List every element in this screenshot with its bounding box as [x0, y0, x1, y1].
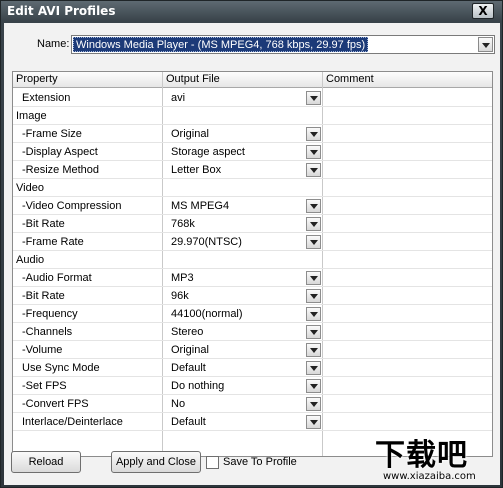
- close-button[interactable]: X: [472, 3, 494, 19]
- table-row[interactable]: -Channels Stereo: [13, 323, 492, 341]
- chevron-down-icon[interactable]: [306, 271, 321, 285]
- property-value[interactable]: Storage aspect: [171, 146, 245, 158]
- chevron-down-icon[interactable]: [306, 397, 321, 411]
- table-row[interactable]: Video: [13, 179, 492, 197]
- property-value[interactable]: Original: [171, 128, 209, 140]
- property-value[interactable]: Do nothing: [171, 380, 224, 392]
- property-value[interactable]: Stereo: [171, 326, 203, 338]
- table-row[interactable]: -Bit Rate 768k: [13, 215, 492, 233]
- property-label: Interlace/Deinterlace: [22, 416, 123, 428]
- dialog-body: Name: Windows Media Player - (MS MPEG4, …: [4, 23, 500, 485]
- property-label: -Frequency: [22, 308, 78, 320]
- apply-and-close-button[interactable]: Apply and Close: [111, 451, 201, 473]
- column-header-comment[interactable]: Comment: [326, 73, 374, 85]
- table-row[interactable]: Extension avi: [13, 89, 492, 107]
- chevron-down-icon[interactable]: [306, 127, 321, 141]
- section-label: Image: [16, 110, 47, 122]
- property-label: -Convert FPS: [22, 398, 89, 410]
- chevron-down-icon[interactable]: [306, 325, 321, 339]
- reload-button[interactable]: Reload: [11, 451, 81, 473]
- table-row[interactable]: -Resize Method Letter Box: [13, 161, 492, 179]
- chevron-down-icon[interactable]: [306, 235, 321, 249]
- table-row[interactable]: Interlace/Deinterlace Default: [13, 413, 492, 431]
- chevron-down-icon[interactable]: [306, 415, 321, 429]
- property-value[interactable]: 768k: [171, 218, 195, 230]
- property-label: -Audio Format: [22, 272, 92, 284]
- name-label: Name:: [37, 38, 70, 50]
- properties-grid: Property Output File Comment Extension av…: [12, 71, 493, 457]
- chevron-down-icon[interactable]: [306, 343, 321, 357]
- property-value[interactable]: Letter Box: [171, 164, 221, 176]
- column-header-property[interactable]: Property: [16, 73, 58, 85]
- property-value[interactable]: Default: [171, 362, 206, 374]
- name-row: Name: Windows Media Player - (MS MPEG4, …: [4, 35, 500, 55]
- property-label: Extension: [22, 92, 71, 104]
- property-label: -Resize Method: [22, 164, 100, 176]
- property-value[interactable]: Default: [171, 416, 206, 428]
- property-label: -Volume: [22, 344, 63, 356]
- table-row[interactable]: -Frequency 44100(normal): [13, 305, 492, 323]
- chevron-down-icon[interactable]: [306, 145, 321, 159]
- chevron-down-icon[interactable]: [306, 163, 321, 177]
- property-label: -Channels: [22, 326, 73, 338]
- property-label: -Frame Rate: [22, 236, 84, 248]
- name-combobox[interactable]: Windows Media Player - (MS MPEG4, 768 kb…: [71, 35, 495, 54]
- watermark-url: www.xiazaiba.com: [383, 471, 476, 482]
- save-to-profile-label[interactable]: Save To Profile: [223, 456, 297, 468]
- table-row[interactable]: -Frame Rate 29.970(NTSC): [13, 233, 492, 251]
- property-label: -Frame Size: [22, 128, 82, 140]
- section-label: Video: [16, 182, 44, 194]
- save-to-profile-checkbox[interactable]: [206, 456, 219, 469]
- property-label: -Bit Rate: [22, 290, 65, 302]
- name-value: Windows Media Player - (MS MPEG4, 768 kb…: [73, 37, 369, 52]
- chevron-down-icon[interactable]: [306, 289, 321, 303]
- property-value[interactable]: Original: [171, 344, 209, 356]
- property-value[interactable]: No: [171, 398, 185, 410]
- watermark-logo: 下载吧: [375, 438, 468, 473]
- property-value[interactable]: 96k: [171, 290, 189, 302]
- table-row[interactable]: -Frame Size Original: [13, 125, 492, 143]
- chevron-down-icon[interactable]: [306, 361, 321, 375]
- window-title: Edit AVI Profiles: [7, 4, 116, 18]
- property-value[interactable]: MP3: [171, 272, 194, 284]
- property-label: Use Sync Mode: [22, 362, 100, 374]
- section-label: Audio: [16, 254, 45, 266]
- chevron-down-icon[interactable]: [306, 307, 321, 321]
- edit-avi-profiles-window: Edit AVI Profiles X Name: Windows Media …: [0, 0, 503, 488]
- chevron-down-icon[interactable]: [306, 91, 321, 105]
- chevron-down-icon[interactable]: [306, 217, 321, 231]
- table-row[interactable]: -Display Aspect Storage aspect: [13, 143, 492, 161]
- table-row[interactable]: -Audio Format MP3: [13, 269, 492, 287]
- property-value[interactable]: 29.970(NTSC): [171, 236, 242, 248]
- property-value[interactable]: MS MPEG4: [171, 200, 229, 212]
- title-bar[interactable]: Edit AVI Profiles X: [1, 1, 503, 23]
- property-label: -Bit Rate: [22, 218, 65, 230]
- property-value[interactable]: 44100(normal): [171, 308, 243, 320]
- table-row[interactable]: Image: [13, 107, 492, 125]
- property-label: -Display Aspect: [22, 146, 98, 158]
- table-row[interactable]: Use Sync Mode Default: [13, 359, 492, 377]
- column-header-output-file[interactable]: Output File: [166, 73, 220, 85]
- table-row[interactable]: -Set FPS Do nothing: [13, 377, 492, 395]
- watermark: 下载吧 www.xiazaiba.com: [369, 430, 502, 487]
- table-row[interactable]: -Bit Rate 96k: [13, 287, 492, 305]
- grid-header: Property Output File Comment: [13, 72, 492, 88]
- chevron-down-icon[interactable]: [478, 37, 493, 52]
- property-value[interactable]: avi: [171, 92, 185, 104]
- table-row[interactable]: -Convert FPS No: [13, 395, 492, 413]
- chevron-down-icon[interactable]: [306, 199, 321, 213]
- table-row[interactable]: -Volume Original: [13, 341, 492, 359]
- table-row[interactable]: -Video Compression MS MPEG4: [13, 197, 492, 215]
- chevron-down-icon[interactable]: [306, 379, 321, 393]
- property-label: -Video Compression: [22, 200, 122, 212]
- property-label: -Set FPS: [22, 380, 67, 392]
- table-row[interactable]: Audio: [13, 251, 492, 269]
